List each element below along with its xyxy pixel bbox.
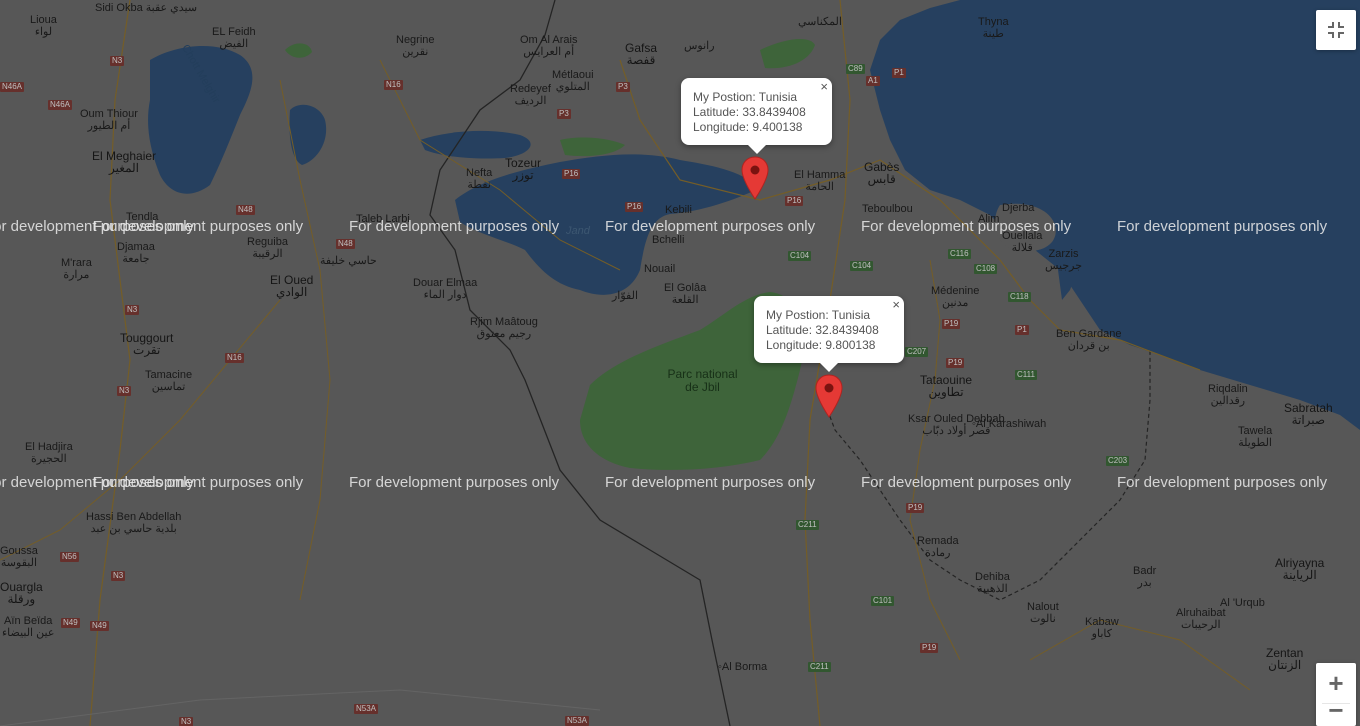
info-title: My Postion: Tunisia <box>766 308 871 322</box>
zoom-in-button[interactable]: + <box>1316 663 1356 703</box>
info-latitude: Latitude: 33.8439408 <box>693 105 806 119</box>
fullscreen-exit-icon <box>1328 22 1344 38</box>
zoom-control: + − <box>1316 663 1356 726</box>
watermark: For development purposes only <box>861 218 1072 235</box>
info-longitude: Longitude: 9.400138 <box>693 120 803 134</box>
close-icon[interactable]: × <box>820 79 828 94</box>
info-window: × My Postion: Tunisia Latitude: 32.84394… <box>754 296 904 372</box>
info-window-tail <box>820 363 838 372</box>
info-window-tail <box>747 145 766 154</box>
watermark: For development purposes only <box>93 474 304 491</box>
watermark: For development purposes only <box>349 474 560 491</box>
watermark: For development purposes only <box>605 218 816 235</box>
info-latitude: Latitude: 32.8439408 <box>766 323 879 337</box>
watermark: For development purposes only <box>349 218 560 235</box>
watermark: For development purposes only <box>605 474 816 491</box>
map-marker-icon[interactable] <box>741 156 769 200</box>
dev-overlay <box>0 0 1360 726</box>
info-window: × My Postion: Tunisia Latitude: 33.84394… <box>681 78 832 154</box>
map-marker-icon[interactable] <box>815 374 843 418</box>
info-title: My Postion: Tunisia <box>693 90 798 104</box>
info-longitude: Longitude: 9.800138 <box>766 338 876 352</box>
watermark: For development purposes only <box>1117 218 1328 235</box>
watermark: For development purposes only <box>1117 474 1328 491</box>
zoom-out-button[interactable]: − <box>1316 704 1356 726</box>
close-icon[interactable]: × <box>892 297 900 312</box>
fullscreen-button[interactable] <box>1316 10 1356 50</box>
watermark: For development purposes only <box>861 474 1072 491</box>
map-canvas[interactable]: Sidi Okba سيدي عقبة Lioua لواء EL Feidh ال… <box>0 0 1360 726</box>
watermark: For development purposes only <box>93 218 304 235</box>
